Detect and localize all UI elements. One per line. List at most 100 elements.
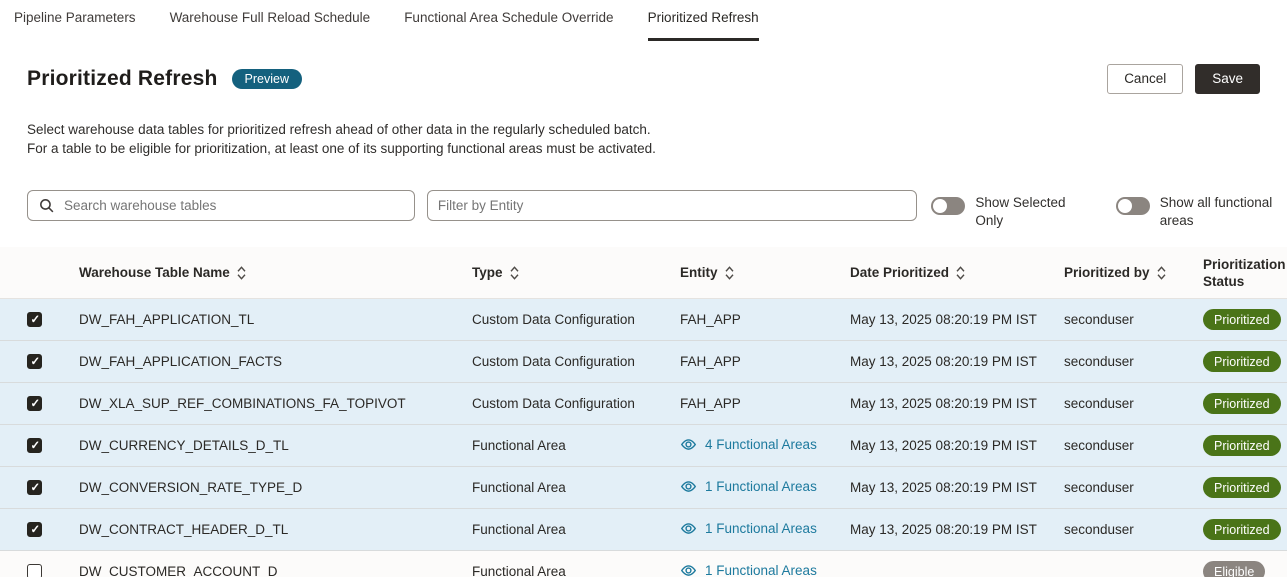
warehouse-table-name: DW_FAH_APPLICATION_FACTS: [79, 354, 472, 369]
table-type: Functional Area: [472, 480, 680, 495]
tab-pipeline-parameters[interactable]: Pipeline Parameters: [14, 10, 136, 41]
column-header-label: Date Prioritized: [850, 264, 949, 281]
eye-icon: [680, 478, 697, 495]
page-description: Select warehouse data tables for priorit…: [27, 120, 1260, 158]
entity-value: FAH_APP: [680, 312, 741, 327]
table-row: DW_FAH_APPLICATION_FACTS Custom Data Con…: [0, 341, 1287, 383]
table-row: DW_CONTRACT_HEADER_D_TL Functional Area …: [0, 509, 1287, 551]
eye-icon: [680, 562, 697, 577]
save-button[interactable]: Save: [1195, 64, 1260, 94]
eye-icon: [680, 436, 697, 453]
show-selected-only-label: Show Selected Only: [975, 194, 1089, 230]
row-checkbox[interactable]: [27, 564, 42, 577]
table-type: Functional Area: [472, 564, 680, 577]
row-checkbox[interactable]: [27, 480, 42, 495]
search-input[interactable]: [27, 190, 415, 221]
entity-filter-input[interactable]: [427, 190, 918, 221]
column-header-label: Type: [472, 264, 503, 281]
warehouse-tables-table: Warehouse Table Name Type Entity Date Pr…: [0, 247, 1287, 577]
search-box: [27, 190, 415, 221]
table-type: Custom Data Configuration: [472, 396, 680, 411]
column-header-date-prioritized[interactable]: Date Prioritized: [850, 264, 1064, 281]
prioritized-by: seconduser: [1064, 312, 1203, 327]
column-header-label: Entity: [680, 264, 718, 281]
cancel-button[interactable]: Cancel: [1107, 64, 1183, 94]
filter-box: [427, 190, 918, 221]
date-prioritized: May 13, 2025 08:20:19 PM IST: [850, 522, 1064, 537]
description-line-2: For a table to be eligible for prioritiz…: [27, 139, 1260, 158]
column-header-warehouse-table-name[interactable]: Warehouse Table Name: [79, 264, 472, 281]
column-header-label: Warehouse Table Name: [79, 264, 230, 281]
tab-functional-area-schedule-override[interactable]: Functional Area Schedule Override: [404, 10, 613, 41]
warehouse-table-name: DW_FAH_APPLICATION_TL: [79, 312, 472, 327]
functional-areas-link[interactable]: 4 Functional Areas: [680, 436, 817, 453]
table-row: DW_CURRENCY_DETAILS_D_TL Functional Area…: [0, 425, 1287, 467]
show-selected-only-toggle[interactable]: [931, 197, 965, 215]
row-checkbox[interactable]: [27, 438, 42, 453]
tab-prioritized-refresh[interactable]: Prioritized Refresh: [648, 10, 759, 41]
functional-areas-link-label: 1 Functional Areas: [705, 479, 817, 494]
row-checkbox[interactable]: [27, 396, 42, 411]
date-prioritized: May 13, 2025 08:20:19 PM IST: [850, 312, 1064, 327]
row-checkbox[interactable]: [27, 354, 42, 369]
sort-icon[interactable]: [725, 266, 734, 280]
prioritized-by: seconduser: [1064, 438, 1203, 453]
warehouse-table-name: DW_CONTRACT_HEADER_D_TL: [79, 522, 472, 537]
functional-areas-link-label: 1 Functional Areas: [705, 563, 817, 577]
header-actions: Cancel Save: [1107, 64, 1260, 94]
status-badge: Prioritized: [1203, 351, 1281, 372]
functional-areas-link[interactable]: 1 Functional Areas: [680, 478, 817, 495]
table-row: DW_CUSTOMER_ACCOUNT_D Functional Area 1 …: [0, 551, 1287, 577]
show-all-functional-areas-toggle[interactable]: [1116, 197, 1150, 215]
table-row: DW_FAH_APPLICATION_TL Custom Data Config…: [0, 299, 1287, 341]
show-all-functional-areas-toggle-group: Show all functional areas: [1116, 190, 1274, 230]
show-selected-only-toggle-group: Show Selected Only: [931, 190, 1089, 230]
date-prioritized: May 13, 2025 08:20:19 PM IST: [850, 354, 1064, 369]
column-header-prioritization-status[interactable]: Prioritization Status: [1203, 256, 1287, 290]
column-header-label: Prioritized by: [1064, 264, 1150, 281]
search-icon: [38, 197, 55, 214]
functional-areas-link-label: 1 Functional Areas: [705, 521, 817, 536]
tab-label: Prioritized Refresh: [648, 10, 759, 25]
status-badge: Prioritized: [1203, 477, 1281, 498]
status-badge: Prioritized: [1203, 393, 1281, 414]
entity-value: FAH_APP: [680, 396, 741, 411]
page-title: Prioritized Refresh: [27, 67, 218, 91]
prioritized-by: seconduser: [1064, 396, 1203, 411]
table-body: DW_FAH_APPLICATION_TL Custom Data Config…: [0, 299, 1287, 577]
functional-areas-link-label: 4 Functional Areas: [705, 437, 817, 452]
sort-icon[interactable]: [956, 266, 965, 280]
sort-icon[interactable]: [237, 266, 246, 280]
controls-row: Show Selected Only Show all functional a…: [27, 190, 1274, 230]
sort-icon[interactable]: [1157, 266, 1166, 280]
table-row: DW_CONVERSION_RATE_TYPE_D Functional Are…: [0, 467, 1287, 509]
column-header-entity[interactable]: Entity: [680, 264, 850, 281]
functional-areas-link[interactable]: 1 Functional Areas: [680, 562, 817, 577]
table-type: Custom Data Configuration: [472, 312, 680, 327]
show-all-functional-areas-label: Show all functional areas: [1160, 194, 1274, 230]
tab-bar: Pipeline Parameters Warehouse Full Reloa…: [0, 0, 1287, 41]
sort-icon[interactable]: [510, 266, 519, 280]
warehouse-table-name: DW_CUSTOMER_ACCOUNT_D: [79, 564, 472, 577]
column-header-label: Prioritization Status: [1203, 256, 1286, 290]
page-header: Prioritized Refresh Preview Cancel Save: [27, 64, 1260, 94]
column-header-type[interactable]: Type: [472, 264, 680, 281]
table-header-row: Warehouse Table Name Type Entity Date Pr…: [0, 247, 1287, 299]
table-type: Functional Area: [472, 438, 680, 453]
tab-warehouse-full-reload-schedule[interactable]: Warehouse Full Reload Schedule: [170, 10, 371, 41]
date-prioritized: May 13, 2025 08:20:19 PM IST: [850, 438, 1064, 453]
status-badge: Prioritized: [1203, 435, 1281, 456]
preview-badge: Preview: [232, 69, 302, 90]
prioritized-by: seconduser: [1064, 480, 1203, 495]
tab-label: Pipeline Parameters: [14, 10, 136, 25]
functional-areas-link[interactable]: 1 Functional Areas: [680, 520, 817, 537]
entity-value: FAH_APP: [680, 354, 741, 369]
column-header-prioritized-by[interactable]: Prioritized by: [1064, 264, 1203, 281]
row-checkbox[interactable]: [27, 522, 42, 537]
eye-icon: [680, 520, 697, 537]
status-badge: Prioritized: [1203, 519, 1281, 540]
status-badge: Eligible: [1203, 561, 1265, 577]
row-checkbox[interactable]: [27, 312, 42, 327]
warehouse-table-name: DW_CONVERSION_RATE_TYPE_D: [79, 480, 472, 495]
warehouse-table-name: DW_XLA_SUP_REF_COMBINATIONS_FA_TOPIVOT: [79, 396, 472, 411]
